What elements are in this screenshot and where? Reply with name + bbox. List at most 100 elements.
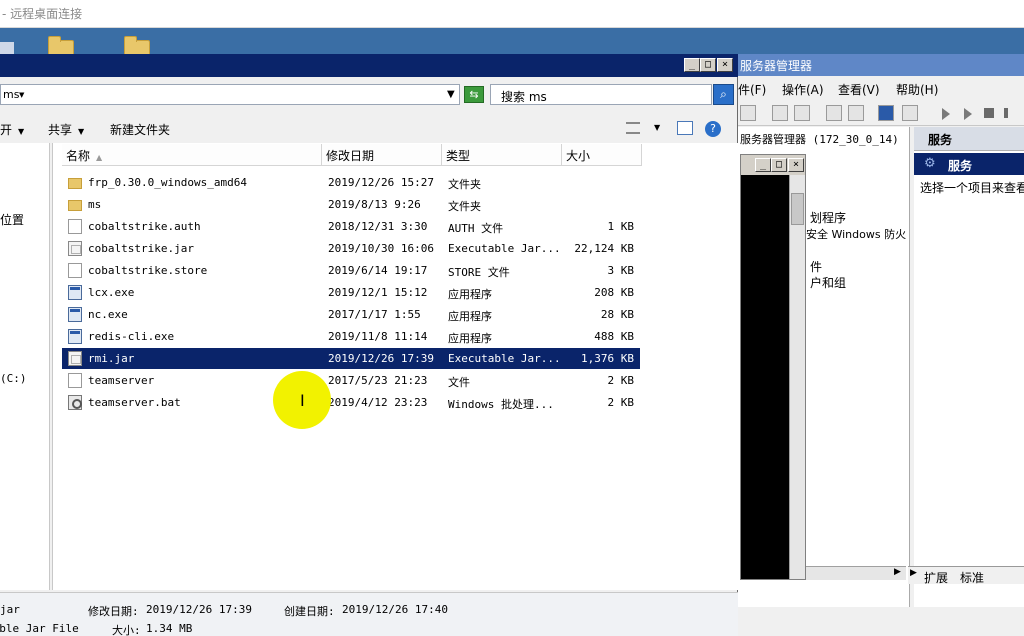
file-date: 2019/12/26 17:39 — [328, 352, 434, 365]
view-icon[interactable] — [626, 122, 640, 134]
menu-file[interactable]: 件(F) — [738, 81, 766, 98]
file-type: 文件 — [448, 376, 470, 389]
table-row[interactable]: lcx.exe 2019/12/1 15:12 应用程序 208 KB — [62, 282, 640, 303]
pause-service-icon[interactable] — [1004, 108, 1008, 118]
share-button[interactable]: 共享 ▼ — [48, 121, 84, 138]
file-name: cobaltstrike.store — [88, 264, 208, 277]
tree-item-firewall[interactable]: 安全 Windows 防火 — [806, 226, 906, 242]
tab-standard[interactable]: 标准 — [960, 569, 984, 586]
column-header-name[interactable]: 名称 ▲ — [62, 144, 322, 166]
chevron-down-icon[interactable]: ▼ — [447, 89, 455, 100]
nav-item-location[interactable]: 位置 — [0, 211, 24, 228]
scroll-right-icon[interactable]: ▶ — [910, 568, 917, 578]
rdp-title-bar: - 远程桌面连接 — [0, 0, 1024, 28]
help-icon[interactable] — [878, 105, 894, 121]
minimize-button[interactable]: _ — [755, 158, 771, 172]
show-hide-action-pane-icon[interactable] — [902, 105, 918, 121]
file-type: Windows 批处理... — [448, 398, 554, 411]
preview-pane-icon[interactable] — [677, 121, 693, 135]
details-type: table Jar File — [0, 622, 79, 635]
file-name: rmi.jar — [88, 352, 135, 365]
file-date: 2017/5/23 21:23 — [328, 374, 428, 387]
file-size: 1,376 KB — [581, 352, 634, 365]
file-date: 2017/1/17 1:55 — [328, 308, 421, 321]
tree-item-shared-folders[interactable]: 件 — [810, 258, 822, 275]
file-type: 应用程序 — [448, 310, 492, 323]
menu-action[interactable]: 操作(A) — [782, 81, 824, 98]
file-name: nc.exe — [88, 308, 128, 321]
close-button[interactable]: × — [717, 58, 733, 72]
file-name: cobaltstrike.jar — [88, 242, 194, 255]
file-name: redis-cli.exe — [88, 330, 175, 343]
table-row[interactable]: redis-cli.exe 2019/11/8 11:14 应用程序 488 KB — [62, 326, 640, 347]
search-icon[interactable]: ⌕ — [713, 84, 734, 105]
tree-item-scheduler[interactable]: 划程序 — [810, 209, 846, 226]
table-row[interactable]: cobaltstrike.jar 2019/10/30 16:06 Executab… — [62, 238, 640, 259]
close-button[interactable]: × — [788, 158, 804, 172]
table-row[interactable]: teamserver 2017/5/23 21:23 文件 2 KB — [62, 370, 640, 391]
file-type: 应用程序 — [448, 288, 492, 301]
details-size-label: 大小: — [112, 624, 141, 636]
column-header-type[interactable]: 类型 — [442, 144, 562, 166]
start-service-icon[interactable] — [942, 108, 950, 120]
column-header-date[interactable]: 修改日期 — [322, 144, 442, 166]
bat-icon — [68, 395, 82, 410]
show-hide-tree-icon[interactable] — [794, 105, 810, 121]
chevron-down-icon[interactable]: ▼ — [19, 91, 24, 99]
chevron-down-icon: ▼ — [18, 127, 25, 136]
scroll-right-icon[interactable]: ▶ — [894, 567, 901, 577]
actions-header-label: 服务 — [928, 133, 953, 147]
file-name: cobaltstrike.auth — [88, 220, 201, 233]
console-scrollbar[interactable] — [789, 175, 805, 579]
file-size: 2 KB — [607, 374, 635, 387]
column-header-size[interactable]: 大小 — [562, 144, 642, 166]
chevron-down-icon[interactable]: ▼ — [654, 123, 660, 132]
file-type: Executable Jar... — [448, 352, 561, 365]
table-row[interactable]: teamserver.bat 2019/4/12 23:23 Windows 批处理… — [62, 392, 640, 413]
nav-item-drive[interactable]: (C:) — [0, 372, 27, 385]
table-row[interactable]: ms 2019/8/13 9:26 文件夹 — [62, 194, 640, 215]
tree-item-server-manager[interactable]: 服务器管理器 (172_30_0_14) — [740, 131, 899, 147]
tree-item-users-groups[interactable]: 户和组 — [810, 274, 846, 291]
file-name: teamserver.bat — [88, 396, 181, 409]
address-bar[interactable]: ms ▼ ▼ — [0, 84, 460, 105]
table-row[interactable]: cobaltstrike.auth 2018/12/31 3:30 AUTH 文件 1… — [62, 216, 640, 237]
scrollbar-thumb[interactable] — [791, 193, 804, 225]
tab-extended[interactable]: 扩展 — [924, 569, 948, 586]
horizontal-scrollbar[interactable]: ▶ — [806, 566, 906, 580]
new-folder-button[interactable]: 新建文件夹 — [110, 121, 170, 138]
help-icon[interactable]: ? — [705, 121, 721, 137]
up-folder-icon[interactable] — [772, 105, 788, 121]
menu-help[interactable]: 帮助(H) — [896, 81, 938, 98]
file-type: 文件夹 — [448, 200, 481, 213]
details-created: 2019/12/26 17:40 — [342, 603, 448, 616]
doc-icon — [68, 219, 82, 234]
sort-ascending-icon: ▲ — [96, 153, 103, 162]
stop-service-icon[interactable] — [984, 108, 994, 118]
organize-label: 开 — [0, 123, 13, 137]
column-name-label: 名称 — [66, 149, 91, 163]
maximize-button[interactable]: □ — [771, 158, 787, 172]
refresh-icon[interactable] — [826, 105, 842, 121]
export-icon[interactable] — [848, 105, 864, 121]
table-row[interactable]: rmi.jar 2019/12/26 17:39 Executable Jar...… — [62, 348, 640, 369]
actions-pane: 服务 ⚙ 服务 选择一个项目来查看 — [914, 127, 1024, 607]
server-manager-title: 服务器管理器 — [740, 59, 813, 73]
search-input[interactable]: 搜索 ms — [490, 84, 712, 105]
file-date: 2019/11/8 11:14 — [328, 330, 428, 343]
maximize-button[interactable]: □ — [700, 58, 716, 72]
menu-view[interactable]: 查看(V) — [838, 81, 880, 98]
server-manager-toolbar — [738, 100, 1024, 126]
table-row[interactable]: frp_0.30.0_windows_amd64 2019/12/26 15:27… — [62, 172, 640, 193]
file-type: 文件夹 — [448, 178, 481, 191]
organize-button[interactable]: 开 ▼ — [0, 121, 24, 138]
table-row[interactable]: nc.exe 2017/1/17 1:55 应用程序 28 KB — [62, 304, 640, 325]
desktop-icon-partial[interactable] — [0, 42, 14, 54]
table-row[interactable]: cobaltstrike.store 2019/6/14 19:17 STORE 文… — [62, 260, 640, 281]
forward-icon[interactable] — [740, 105, 756, 121]
minimize-button[interactable]: _ — [684, 58, 700, 72]
actions-header: 服务 — [914, 127, 1024, 151]
start-service-icon[interactable] — [964, 108, 972, 120]
refresh-button[interactable]: ⇆ — [464, 86, 484, 103]
menu-bar: 件(F) 操作(A) 查看(V) 帮助(H) — [738, 77, 1024, 99]
